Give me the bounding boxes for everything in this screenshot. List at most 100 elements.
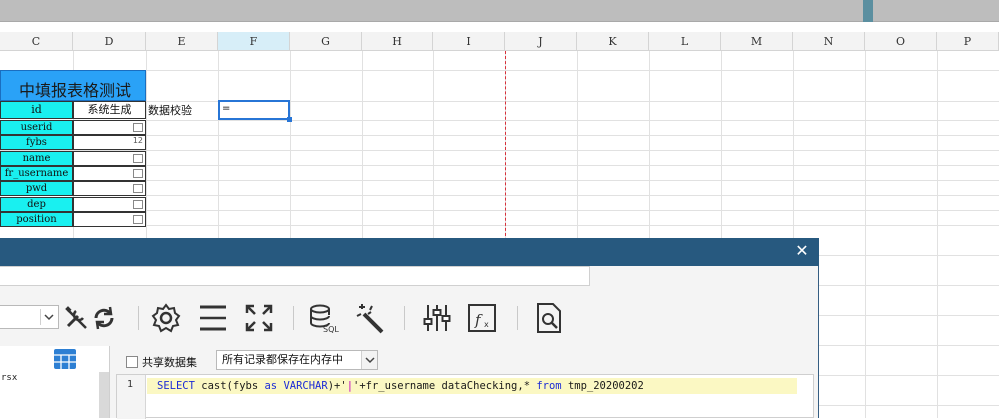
system-cell-dep[interactable] [73, 197, 146, 212]
sql-token: '+fr_username dataChecking,* [353, 380, 537, 392]
panel-scrollbar[interactable] [99, 372, 109, 418]
cell-number: 12 [132, 136, 143, 145]
storage-mode-value: 所有记录都保存在内存中 [222, 353, 343, 366]
report-title-cell[interactable]: 中填报表格测试 [0, 70, 146, 101]
chevron-down-icon[interactable] [361, 351, 377, 369]
storage-mode-select[interactable]: 所有记录都保存在内存中 [216, 350, 378, 370]
dataset-name-input[interactable] [0, 266, 590, 286]
dataset-item[interactable]: rsx [1, 373, 17, 383]
cell-checkbox[interactable] [133, 184, 143, 193]
sql-token: tmp_20200202 [567, 380, 644, 392]
window-accent [863, 0, 873, 22]
field-cell-pwd[interactable]: pwd [0, 181, 73, 196]
cell-checkbox[interactable] [133, 154, 143, 163]
sliders-icon[interactable] [421, 302, 453, 334]
column-header-e[interactable]: E [146, 32, 218, 51]
dialog-titlebar[interactable]: ✕ [0, 238, 819, 266]
gear-icon[interactable] [150, 302, 182, 334]
cell-checkbox[interactable] [133, 169, 143, 178]
sql-token: as [264, 380, 284, 392]
dataset-dialog: ✕ SQL f x rsx 共享数据集 所有记录都保存在内存中 1 SELECT… [0, 238, 819, 419]
toolbar-separator [404, 306, 405, 330]
sql-token: cast(fybs [201, 380, 265, 392]
data-verify-label[interactable]: 数据校验 [148, 102, 192, 118]
sql-token: SELECT [157, 380, 202, 392]
dataset-list-panel[interactable]: rsx [0, 346, 110, 418]
grid-line [865, 51, 866, 418]
toolbar-separator [517, 306, 518, 330]
sql-line[interactable]: SELECT cast(fybs as VARCHAR)+'|'+fr_user… [147, 378, 797, 394]
system-cell-position[interactable] [73, 212, 146, 227]
grid-line [0, 210, 999, 211]
column-header-m[interactable]: M [721, 32, 793, 51]
page-break-line [505, 51, 506, 241]
grid-line [0, 150, 999, 151]
line-number: 1 [117, 375, 146, 419]
svg-text:x: x [484, 320, 489, 329]
system-cell-fr-username[interactable] [73, 166, 146, 181]
grid-line [0, 180, 999, 181]
expand-icon[interactable] [243, 302, 275, 334]
sql-token: VARCHAR [283, 380, 328, 392]
cell-checkbox[interactable] [133, 200, 143, 209]
grid-line [0, 165, 999, 166]
id-header-cell[interactable]: id [0, 101, 73, 119]
column-header-c[interactable]: C [0, 32, 73, 51]
active-cell-f[interactable]: = [218, 100, 292, 122]
sql-editor[interactable]: 1 SELECT cast(fybs as VARCHAR)+'|'+fr_us… [116, 374, 814, 419]
report-title: 中填报表格测试 [18, 81, 131, 100]
grid-line [0, 195, 999, 196]
function-icon[interactable]: f x [466, 302, 498, 334]
system-cell-userid[interactable] [73, 120, 146, 135]
sql-database-icon[interactable]: SQL [307, 302, 339, 334]
grid-line [0, 135, 999, 136]
column-header-o[interactable]: O [865, 32, 937, 51]
column-header-j[interactable]: J [505, 32, 577, 51]
fill-handle[interactable] [287, 117, 292, 122]
grid-line [0, 225, 999, 226]
column-header-f[interactable]: F [218, 32, 290, 51]
share-dataset-checkbox[interactable] [126, 356, 138, 368]
column-header-k[interactable]: K [577, 32, 649, 51]
field-cell-fr-username[interactable]: fr_username [0, 166, 73, 181]
column-header-p[interactable]: P [937, 32, 999, 51]
system-cell-name[interactable] [73, 151, 146, 166]
share-dataset-option[interactable]: 共享数据集 [126, 354, 197, 370]
svg-text:f: f [474, 311, 483, 329]
database-select[interactable] [0, 305, 59, 329]
system-generated-cell[interactable]: 系统生成 [73, 101, 146, 119]
title-area [0, 0, 999, 22]
refresh-icon[interactable] [88, 302, 120, 334]
cell-checkbox[interactable] [133, 123, 143, 132]
field-cell-userid[interactable]: userid [0, 120, 73, 135]
system-cell-fybs[interactable]: 12 [73, 135, 146, 150]
column-header-i[interactable]: I [433, 32, 505, 51]
share-dataset-label: 共享数据集 [142, 356, 197, 369]
grid-line [0, 70, 999, 71]
active-cell-value: = [222, 103, 231, 114]
svg-text:SQL: SQL [323, 325, 339, 334]
field-cell-position[interactable]: position [0, 212, 73, 227]
field-cell-name[interactable]: name [0, 151, 73, 166]
field-cell-fybs[interactable]: fybs [0, 135, 73, 150]
grid-table-icon[interactable] [54, 349, 76, 369]
column-header-l[interactable]: L [649, 32, 721, 51]
row-height-icon[interactable] [197, 302, 229, 334]
system-cell-pwd[interactable] [73, 181, 146, 196]
column-header-n[interactable]: N [793, 32, 865, 51]
grid-line [0, 120, 999, 121]
toolbar-separator [138, 306, 139, 330]
sql-token: from [536, 380, 568, 392]
column-header-g[interactable]: G [290, 32, 362, 51]
cell-checkbox[interactable] [133, 215, 143, 224]
chevron-down-icon[interactable] [40, 309, 56, 325]
toolbar-separator [293, 306, 294, 330]
column-header-d[interactable]: D [73, 32, 146, 51]
field-cell-dep[interactable]: dep [0, 197, 73, 212]
magic-wand-icon[interactable] [354, 302, 386, 334]
column-header-h[interactable]: H [362, 32, 433, 51]
sql-token: )+' [327, 380, 347, 392]
close-icon[interactable]: ✕ [793, 242, 811, 260]
grid-line [937, 51, 938, 418]
document-search-icon[interactable] [533, 302, 565, 334]
